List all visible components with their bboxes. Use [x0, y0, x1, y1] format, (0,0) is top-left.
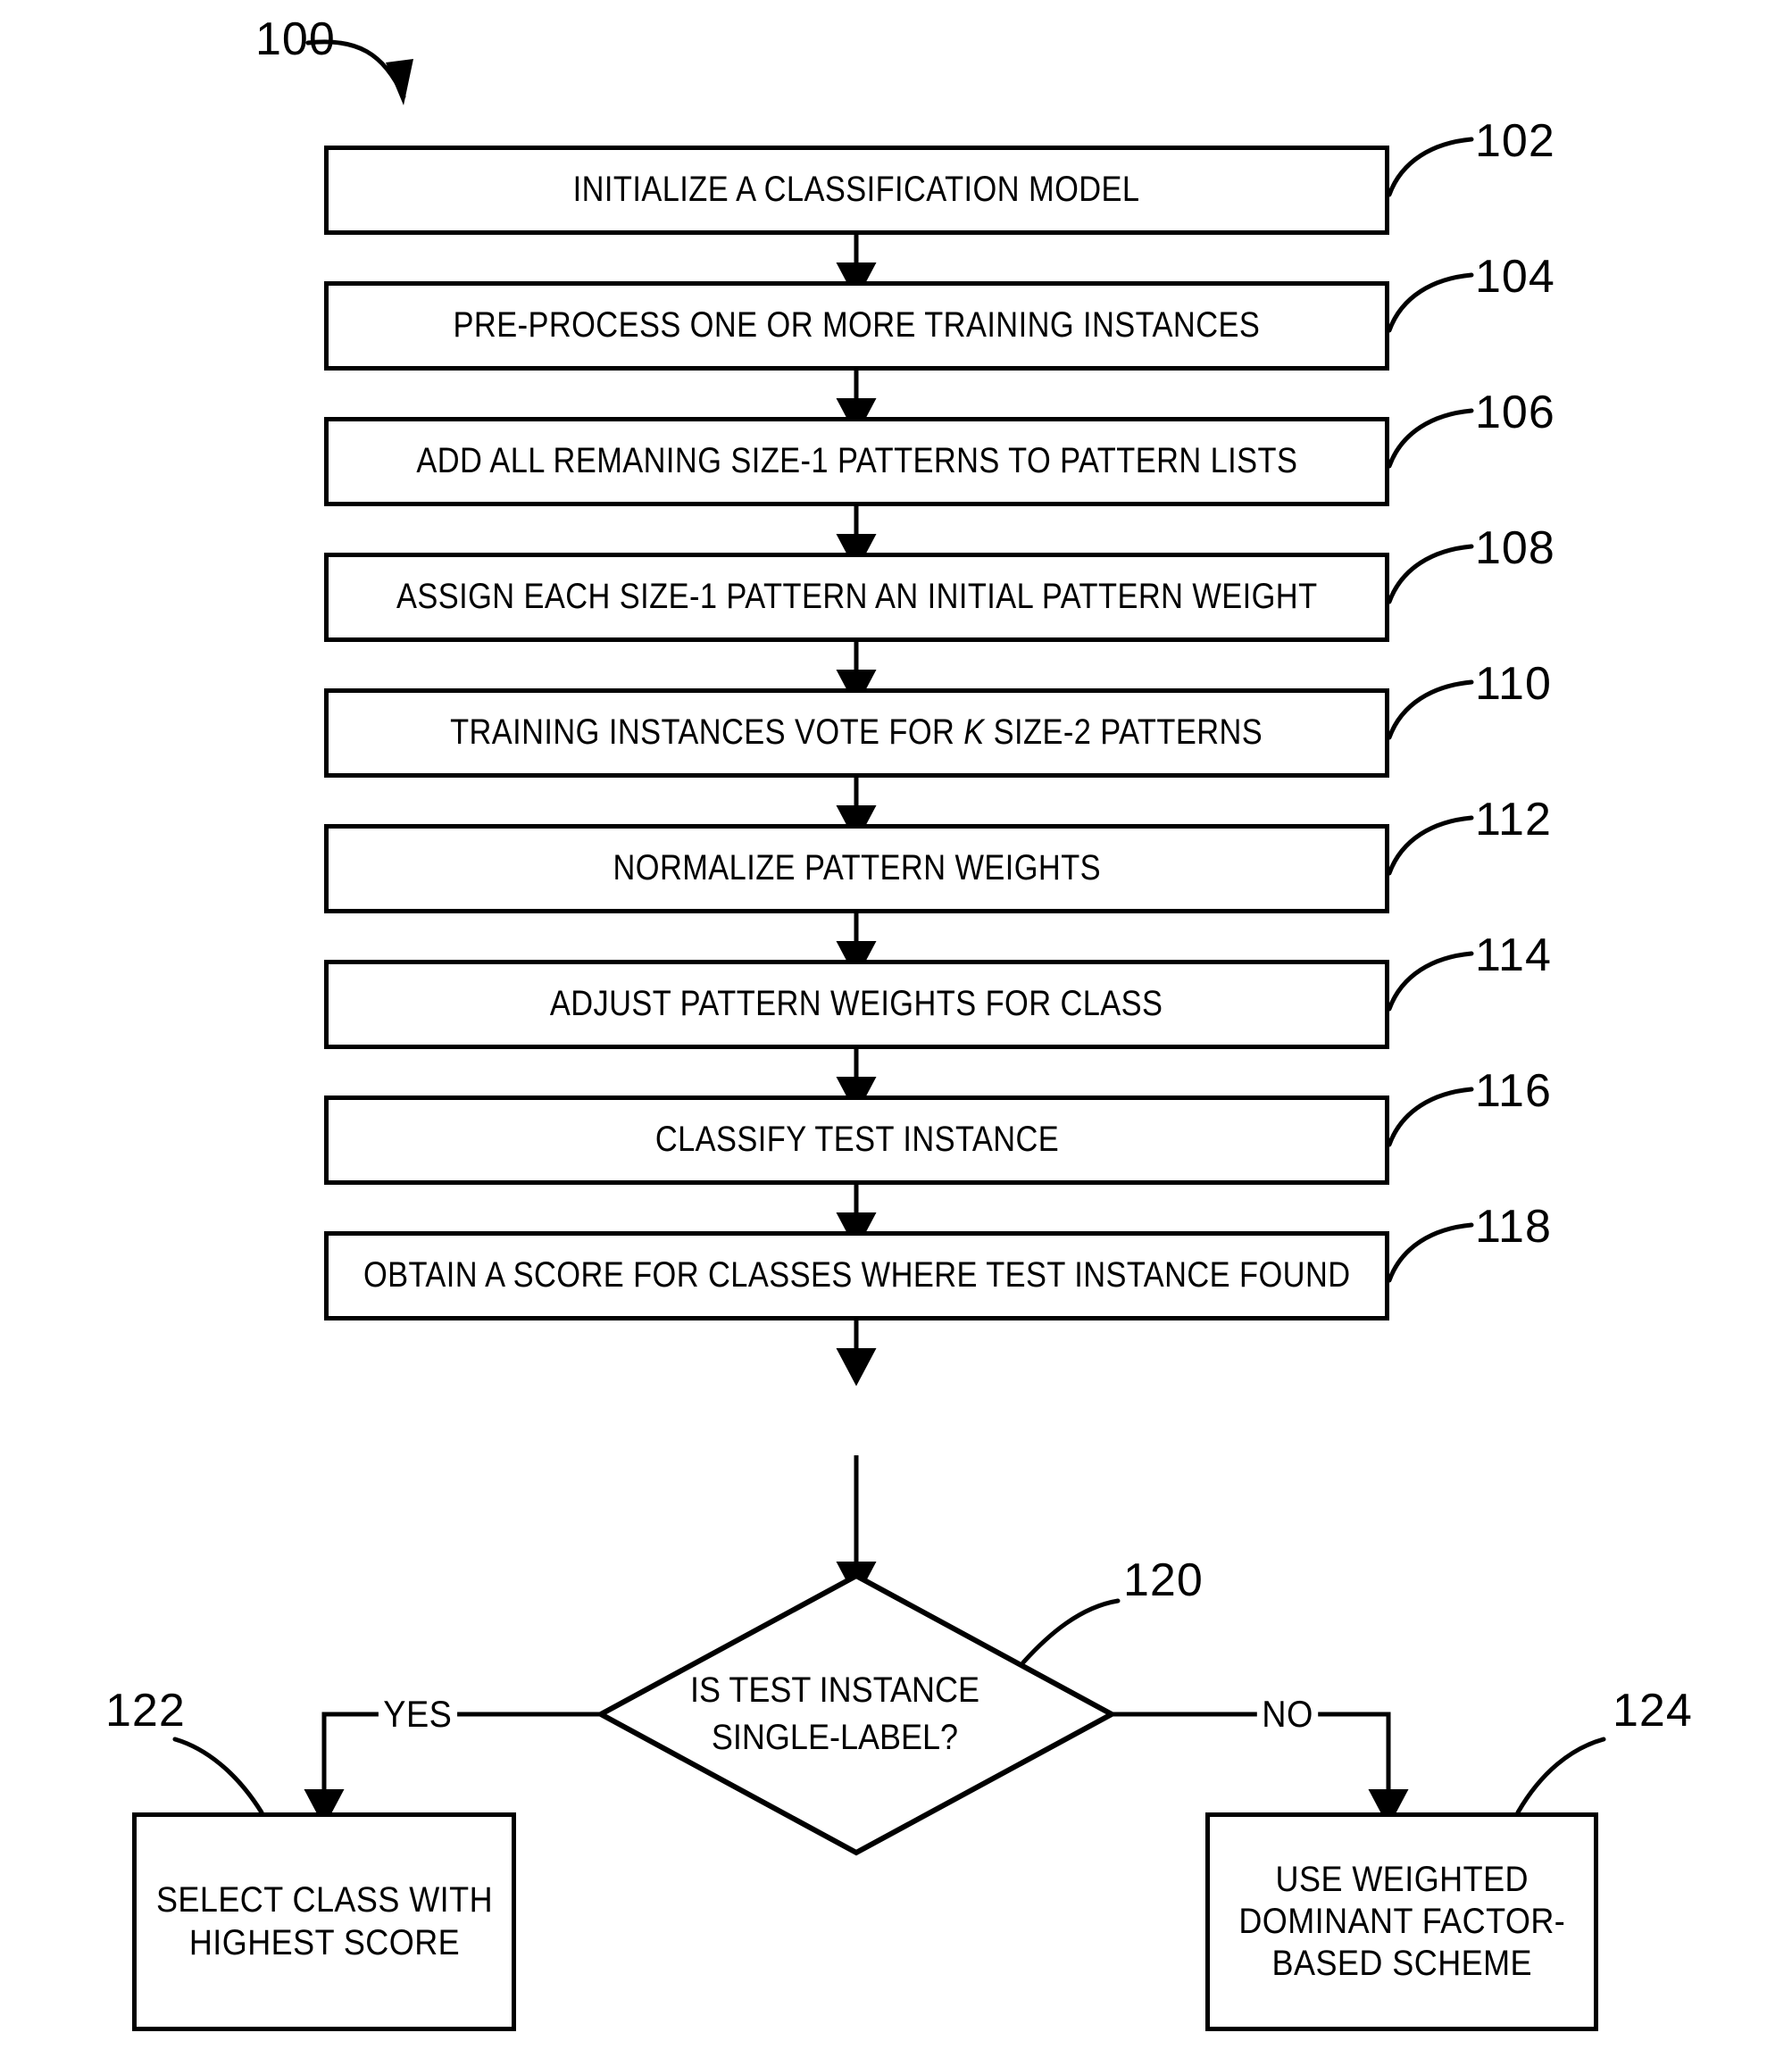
outcome-124-line-3: BASED SCHEME — [1271, 1944, 1532, 1984]
process-box-label: TRAINING INSTANCES VOTE FOR K SIZE-2 PAT… — [450, 712, 1263, 754]
reference-number-120: 120 — [1123, 1554, 1204, 1606]
process-box-label: INITIALIZE A CLASSIFICATION MODEL — [573, 170, 1140, 210]
decision-label: IS TEST INSTANCE SINGLE-LABEL? — [586, 1576, 1084, 1853]
outcome-122-line-2: HIGHEST SCORE — [188, 1922, 460, 1962]
process-box-assign-initial-pattern-weight[interactable]: ASSIGN EACH SIZE-1 PATTERN AN INITIAL PA… — [324, 553, 1389, 642]
reference-number-106: 106 — [1475, 387, 1555, 438]
branch-label-yes: YES — [378, 1693, 457, 1736]
process-box-training-instances-vote[interactable]: TRAINING INSTANCES VOTE FOR K SIZE-2 PAT… — [324, 688, 1389, 778]
decision-node-is-test-instance-single-label[interactable]: IS TEST INSTANCE SINGLE-LABEL? — [558, 1576, 1112, 1853]
process-box-label: ADJUST PATTERN WEIGHTS FOR CLASS — [550, 984, 1163, 1024]
vote-text-after: SIZE-2 PATTERNS — [985, 712, 1263, 753]
decision-line-2: SINGLE-LABEL? — [711, 1718, 959, 1757]
process-box-initialize-classification-model[interactable]: INITIALIZE A CLASSIFICATION MODEL — [324, 146, 1389, 235]
reference-number-114: 114 — [1475, 929, 1552, 981]
process-box-add-size1-patterns[interactable]: ADD ALL REMANING SIZE-1 PATTERNS TO PATT… — [324, 417, 1389, 506]
outcome-box-use-weighted-dominant-factor-based-scheme[interactable]: USE WEIGHTED DOMINANT FACTOR- BASED SCHE… — [1205, 1812, 1598, 2031]
outcome-box-label: SELECT CLASS WITH HIGHEST SCORE — [155, 1879, 492, 1963]
outcome-box-label: USE WEIGHTED DOMINANT FACTOR- BASED SCHE… — [1238, 1859, 1565, 1986]
reference-number-112: 112 — [1475, 794, 1552, 846]
reference-number-116: 116 — [1475, 1065, 1552, 1117]
process-box-obtain-score-for-classes[interactable]: OBTAIN A SCORE FOR CLASSES WHERE TEST IN… — [324, 1231, 1389, 1320]
reference-number-118: 118 — [1475, 1201, 1552, 1253]
reference-number-124: 124 — [1613, 1685, 1693, 1737]
process-box-label: OBTAIN A SCORE FOR CLASSES WHERE TEST IN… — [363, 1255, 1351, 1295]
reference-number-122: 122 — [105, 1685, 186, 1737]
reference-number-110: 110 — [1475, 658, 1552, 710]
process-box-pre-process-training-instances[interactable]: PRE-PROCESS ONE OR MORE TRAINING INSTANC… — [324, 281, 1389, 371]
process-box-label: CLASSIFY TEST INSTANCE — [654, 1120, 1059, 1160]
process-box-adjust-pattern-weights-for-class[interactable]: ADJUST PATTERN WEIGHTS FOR CLASS — [324, 960, 1389, 1049]
reference-number-102: 102 — [1475, 115, 1555, 167]
vote-text-before: TRAINING INSTANCES VOTE FOR — [450, 712, 964, 753]
no-branch-connector — [1112, 1712, 1409, 1828]
outcome-122-line-1: SELECT CLASS WITH — [155, 1880, 493, 1920]
branch-label-no: NO — [1256, 1693, 1319, 1736]
decision-line-1: IS TEST INSTANCE — [689, 1670, 980, 1711]
outcome-124-line-1: USE WEIGHTED — [1275, 1859, 1529, 1899]
figure-reference-number: 100 — [255, 13, 336, 65]
process-box-label: ASSIGN EACH SIZE-1 PATTERN AN INITIAL PA… — [396, 577, 1318, 617]
outcome-124-line-2: DOMINANT FACTOR- — [1238, 1901, 1565, 1941]
reference-number-104: 104 — [1475, 251, 1555, 303]
process-box-label: NORMALIZE PATTERN WEIGHTS — [613, 848, 1101, 888]
process-box-classify-test-instance[interactable]: CLASSIFY TEST INSTANCE — [324, 1095, 1389, 1185]
process-box-normalize-pattern-weights[interactable]: NORMALIZE PATTERN WEIGHTS — [324, 824, 1389, 913]
flowchart-figure: 100 INITIALIZE A CLASSIFICATION MODEL 10… — [0, 0, 1792, 2066]
vote-k-symbol: K — [963, 712, 986, 753]
reference-number-108: 108 — [1475, 522, 1555, 574]
outcome-box-select-class-with-highest-score[interactable]: SELECT CLASS WITH HIGHEST SCORE — [132, 1812, 516, 2031]
process-box-label: PRE-PROCESS ONE OR MORE TRAINING INSTANC… — [453, 305, 1261, 346]
process-box-label: ADD ALL REMANING SIZE-1 PATTERNS TO PATT… — [415, 441, 1298, 481]
